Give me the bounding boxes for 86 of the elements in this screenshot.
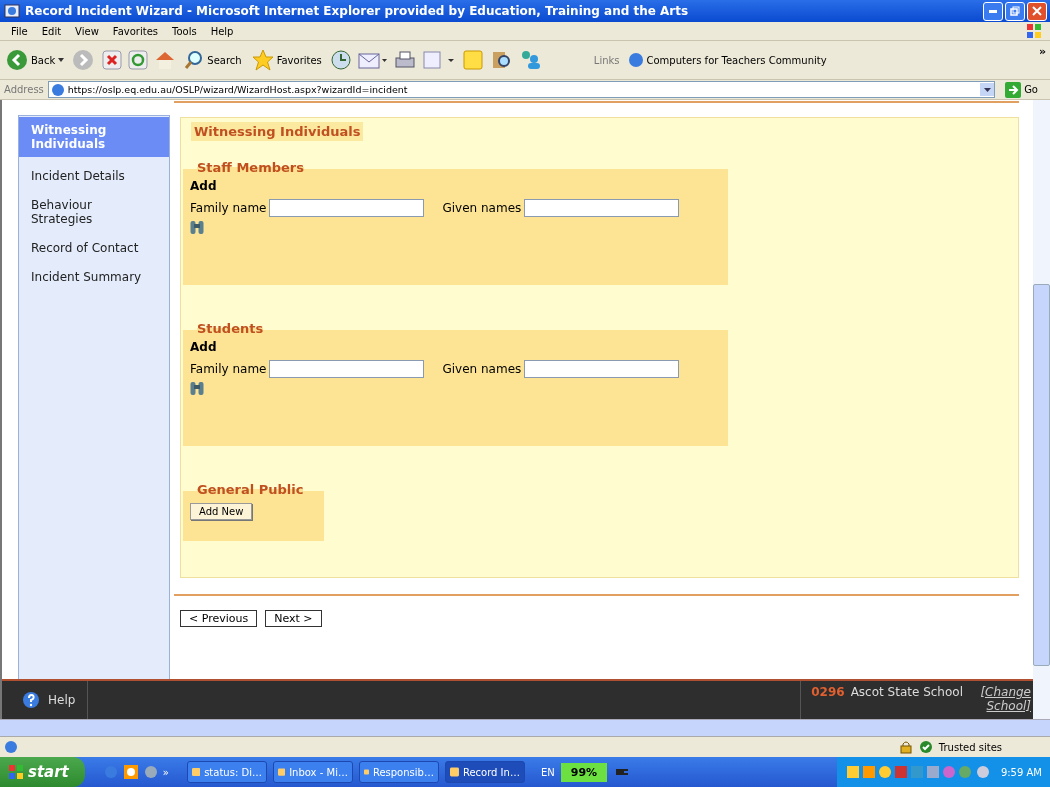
section-title: Students	[197, 321, 264, 336]
nav-button[interactable]: Next >	[265, 610, 322, 627]
menu-item[interactable]: Favorites	[105, 25, 165, 37]
section-title: Staff Members	[197, 160, 304, 175]
caret-icon	[983, 87, 991, 92]
school-name: Ascot State School	[850, 685, 963, 699]
menu-item[interactable]: Help	[203, 25, 241, 37]
nav-button[interactable]: < Previous	[180, 610, 258, 627]
more-icon[interactable]: »	[1038, 45, 1046, 58]
app-icon	[277, 766, 286, 778]
check-icon	[918, 740, 933, 754]
field-label: Given names	[442, 201, 522, 215]
address-label: Address	[4, 84, 44, 95]
menu-item[interactable]: Tools	[165, 25, 204, 37]
windows-logo-icon	[8, 764, 24, 780]
help-icon[interactable]	[22, 691, 40, 709]
close-icon	[1032, 6, 1042, 16]
dropdown-button[interactable]	[980, 83, 995, 96]
minimize-icon	[989, 9, 997, 13]
input-field[interactable]	[524, 199, 680, 217]
battery-indicator: 99%	[560, 762, 608, 782]
binoculars-icon[interactable]	[190, 219, 204, 235]
close-button[interactable]	[1027, 1, 1047, 21]
back-button[interactable]: Back	[4, 49, 67, 71]
search-icon	[184, 50, 205, 70]
change-school-link[interactable]: [Change School]	[969, 685, 1031, 713]
globe-icon[interactable]	[142, 764, 159, 780]
maximize-button[interactable]	[1005, 1, 1025, 21]
menu-item[interactable]: Edit	[34, 25, 69, 37]
stop-icon[interactable]	[102, 50, 123, 70]
field-label: Given names	[442, 362, 522, 376]
globe-icon	[627, 52, 644, 68]
address-field[interactable]: https://oslp.eq.edu.au/OSLP/wizard/WizardHost.aspx?wizardId=incident	[47, 81, 996, 98]
caret-icon	[58, 58, 65, 62]
taskbar-button[interactable]: Record In…	[444, 761, 525, 783]
binoculars-icon[interactable]	[190, 380, 204, 396]
security-zone: Trusted sites	[938, 741, 1002, 753]
links-label: Links	[593, 54, 620, 66]
taskbar-button[interactable]: Inbox - Mi…	[272, 761, 353, 783]
go-button[interactable]: Go	[999, 80, 1044, 99]
sidebar-item[interactable]: Record of Contact	[19, 238, 169, 258]
browser-icon	[4, 3, 20, 19]
school-code: 0296	[811, 685, 845, 699]
go-arrow-icon	[1005, 81, 1022, 98]
sidebar-item[interactable]: Behaviour Strategies	[19, 195, 169, 229]
favorite-link[interactable]: Computers for Teachers Community	[625, 52, 829, 68]
refresh-icon[interactable]	[128, 50, 149, 70]
page-icon	[50, 82, 65, 97]
page-icon	[4, 740, 18, 754]
history-icon[interactable]	[329, 49, 352, 71]
windows-logo-icon	[1026, 23, 1042, 39]
restore-icon	[1010, 6, 1020, 16]
lock-icon	[898, 740, 913, 754]
app-icon	[449, 766, 459, 778]
minimize-button[interactable]	[983, 1, 1003, 21]
help-link[interactable]: Help	[48, 693, 76, 707]
sidebar-item[interactable]: Incident Summary	[19, 267, 169, 287]
field-label: Family name	[190, 201, 267, 215]
language-indicator[interactable]: EN	[540, 766, 555, 778]
taskbar-button[interactable]: Responsib…	[358, 761, 439, 783]
window-title: Record Incident Wizard - Microsoft Internet Explorer provided by Education, Training and the Arts	[25, 4, 690, 18]
search-button[interactable]: Search	[182, 50, 244, 70]
clock-icon[interactable]	[122, 764, 139, 780]
section-title: General Public	[197, 482, 304, 497]
add-heading: Add	[190, 179, 217, 193]
horizontal-scrollbar[interactable]	[0, 719, 1050, 736]
field-label: Family name	[190, 362, 267, 376]
panel-title: Witnessing Individuals	[191, 122, 364, 141]
taskbar-button[interactable]: status: Di…	[186, 761, 267, 783]
add-new-button[interactable]: Add New	[190, 503, 253, 520]
input-field[interactable]	[524, 360, 680, 378]
menu-item[interactable]: View	[68, 25, 106, 37]
sidebar-item[interactable]: Incident Details	[19, 166, 169, 186]
vertical-scrollbar[interactable]	[1033, 100, 1050, 719]
star-icon	[251, 49, 274, 71]
input-field[interactable]	[269, 360, 425, 378]
clock: 9:59 AM	[1000, 766, 1042, 778]
favorites-button[interactable]: Favorites	[249, 49, 324, 71]
menu-item[interactable]: File	[4, 25, 35, 37]
document-icon[interactable]	[421, 50, 456, 70]
start-button[interactable]: start	[0, 757, 85, 787]
input-field[interactable]	[269, 199, 425, 217]
printer-icon[interactable]	[393, 49, 416, 71]
app-icon	[191, 766, 201, 778]
add-heading: Add	[190, 340, 217, 354]
more-icon[interactable]: »	[162, 766, 169, 778]
